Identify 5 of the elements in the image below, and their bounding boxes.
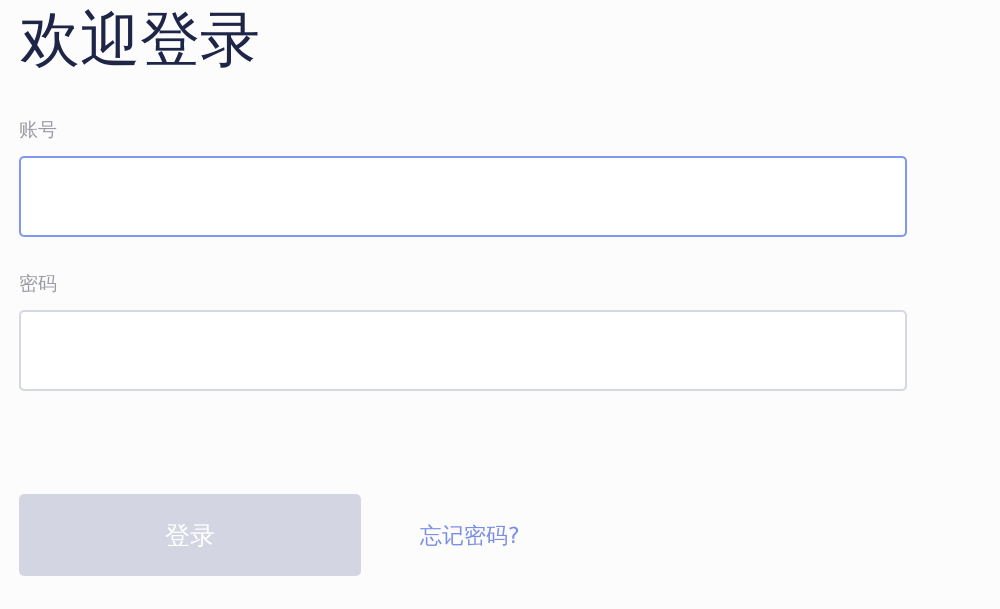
field-label: 密码	[19, 273, 57, 296]
page-title: 欢迎登录	[19, 10, 260, 70]
field-label: 账号	[19, 119, 57, 142]
forgot-password-link[interactable]: 忘记密码?	[420, 521, 520, 551]
input-field[interactable]	[19, 156, 907, 237]
